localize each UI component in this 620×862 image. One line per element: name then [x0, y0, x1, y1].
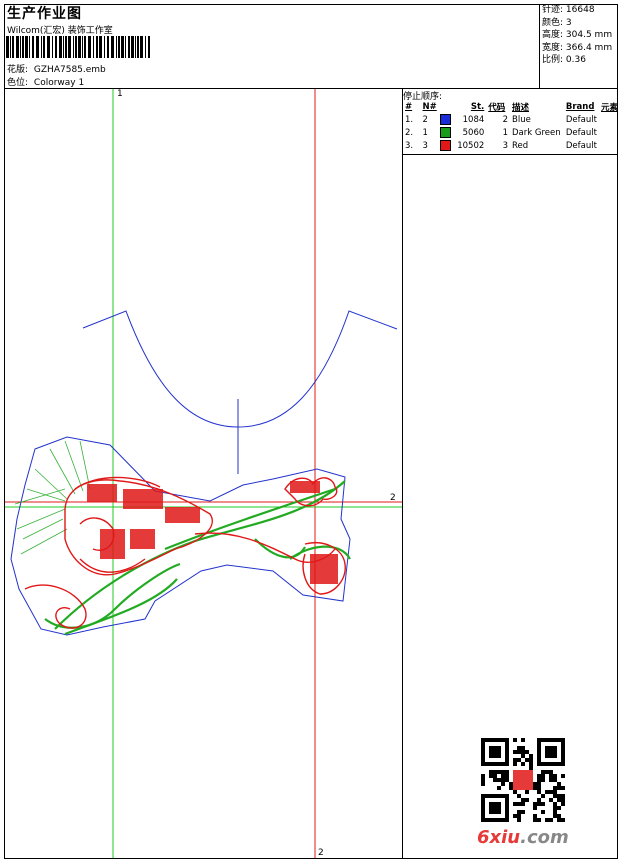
axis-label-red-right: 2 [390, 493, 396, 503]
row-description: Dark Green [512, 127, 561, 138]
qr-code [481, 738, 565, 822]
row-code: 1 [502, 127, 508, 138]
row-brand: Default [565, 140, 597, 151]
row-element [599, 113, 620, 126]
row-code: 3 [502, 140, 508, 151]
row-index: 3. [405, 140, 414, 151]
col-element: 元素 [600, 103, 618, 113]
col-n: N# [422, 102, 437, 112]
stats-panel: 针迹: 16648 颜色: 3 高度: 304.5 mm 宽度: 366.4 m… [542, 4, 612, 67]
row-stitches: 1084 [462, 114, 485, 125]
stat-height: 高度: 304.5 mm [542, 30, 613, 41]
col-brand: Brand [565, 102, 595, 112]
stat-colors: 颜色: 3 [542, 17, 572, 28]
col-st: St. [470, 102, 485, 112]
watermark-logo: 6xiu.com [477, 827, 569, 848]
canvas-panel-divider [402, 88, 403, 859]
stat-stitches: 针迹: 16648 [542, 5, 595, 15]
colorway-label: 色位: [7, 78, 29, 88]
company-name: Wilcom(汇宏) 装饰工作室 [7, 26, 113, 36]
axis-label-green: 1 [117, 89, 123, 99]
row-n: 2 [421, 113, 455, 126]
design-canvas [5, 89, 402, 858]
stat-scale: 比例: 0.36 [542, 55, 586, 66]
row-stitches: 5060 [462, 127, 485, 138]
design-preview [5, 89, 402, 858]
color-swatch [439, 114, 451, 125]
colorway-value: Colorway 1 [33, 78, 85, 88]
row-brand: Default [565, 114, 597, 125]
row-n: 1 [421, 126, 455, 139]
table-header-row: # N# St. 代码 描述 Brand 元素 [403, 101, 620, 113]
qr-seal [513, 770, 533, 790]
row-code: 2 [502, 114, 508, 125]
col-hash: # [405, 102, 413, 112]
stat-width: 宽度: 366.4 mm [542, 42, 613, 53]
barcode [6, 36, 150, 58]
col-desc: 描述 [512, 103, 530, 113]
row-description: Blue [512, 114, 531, 125]
col-code: 代码 [488, 103, 506, 113]
design-outline [10, 436, 351, 636]
row-description: Red [512, 140, 529, 151]
panel-divider [402, 154, 618, 155]
table-row: 2. 1 5060 1 Dark Green Default [403, 126, 620, 139]
colorway-row: 色位: Colorway 1 [7, 75, 84, 88]
row-element [599, 126, 620, 139]
red-swirl-left [24, 584, 87, 629]
design-row: 花版: GZHA7585.emb [7, 62, 106, 75]
stats-divider [539, 4, 540, 88]
row-element [599, 139, 620, 152]
row-brand: Default [565, 127, 597, 138]
table-row: 1. 2 1084 2 Blue Default [403, 113, 620, 126]
table-row: 3. 3 10502 3 Red Default [403, 139, 620, 152]
neckline-curve [82, 310, 398, 428]
stop-sequence-table: # N# St. 代码 描述 Brand 元素 1. 2 1084 2 Blue Defa… [403, 101, 620, 152]
color-swatch [439, 140, 451, 151]
design-label: 花版: [7, 65, 29, 75]
color-swatch [439, 127, 451, 138]
design-value: GZHA7585.emb [33, 65, 106, 75]
axis-label-red-bottom: 2 [318, 848, 324, 858]
page-title: 生产作业图 [7, 6, 82, 22]
row-index: 1. [405, 114, 414, 125]
green-stem-main [54, 480, 346, 630]
row-stitches: 10502 [457, 140, 485, 151]
row-n: 3 [421, 139, 455, 152]
row-index: 2. [405, 127, 414, 138]
